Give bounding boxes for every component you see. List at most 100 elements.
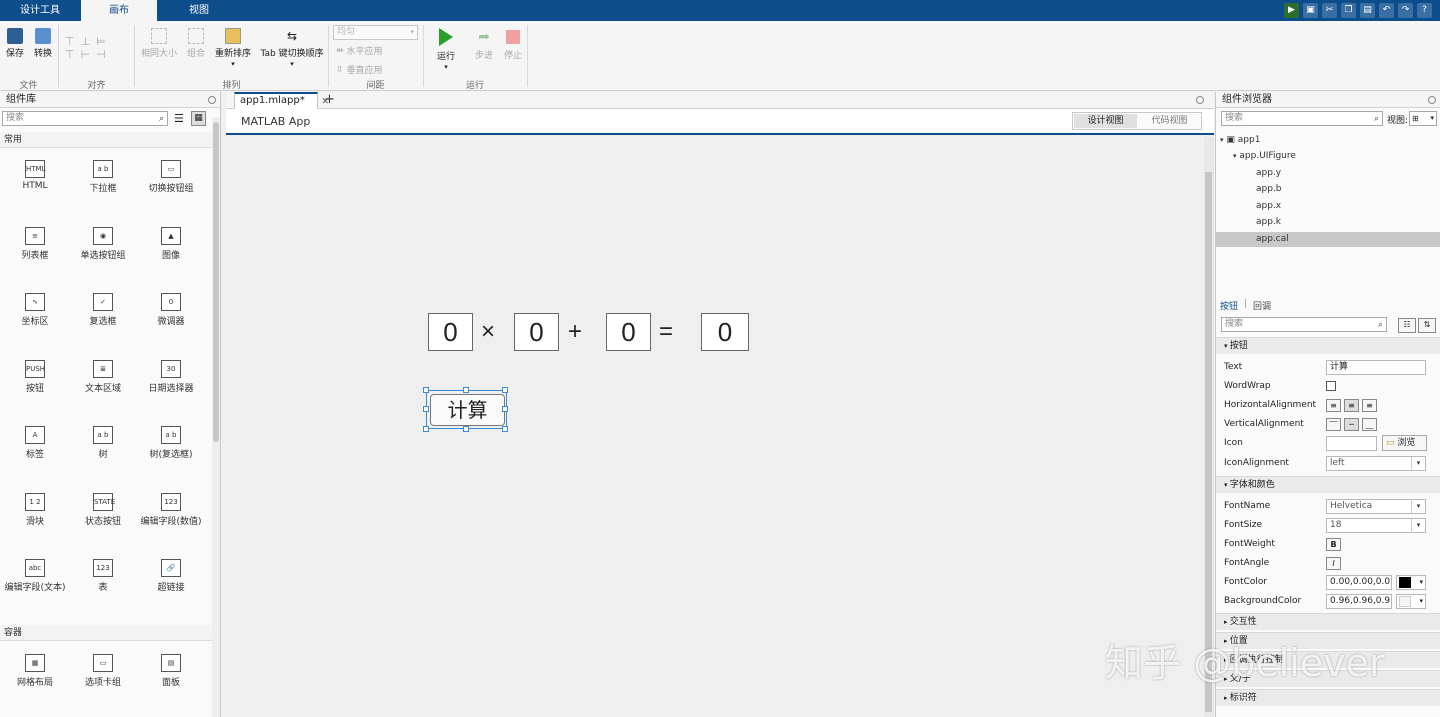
library-scrollbar-thumb[interactable] [213, 122, 219, 442]
tree-node-uifigure[interactable]: ▾ app.UIFigure [1233, 149, 1296, 164]
group-view-icon[interactable]: ☷ [1398, 318, 1416, 333]
component-item[interactable]: STATE 状态按钮 [70, 492, 136, 527]
resize-handle[interactable] [463, 426, 469, 432]
undo-icon[interactable]: ↶ [1379, 3, 1394, 18]
browser-search-input[interactable]: 搜索 ⌕ [1221, 111, 1383, 126]
close-icon[interactable] [208, 96, 216, 104]
help-icon[interactable]: ? [1417, 3, 1432, 18]
text-property-input[interactable]: 计算 [1326, 360, 1426, 375]
tab-view[interactable]: 视图 [159, 0, 239, 21]
fontsize-select[interactable]: 18 ▾ [1326, 518, 1426, 533]
document-tab[interactable]: app1.mlapp* ✕ [234, 92, 329, 109]
group-button[interactable]: 组合 [182, 28, 210, 59]
redo-icon[interactable]: ↷ [1398, 3, 1413, 18]
align-top-icon[interactable]: ⎺ [1326, 418, 1341, 431]
section-button[interactable]: ▾ 按钮 [1216, 337, 1440, 354]
component-item[interactable]: ▭ 切换按钮组 [138, 160, 204, 194]
tab-order-button[interactable]: ⇆ Tab 键切换顺序 ▾ [258, 28, 326, 69]
edit-field-y[interactable]: 0 [428, 313, 473, 351]
wordwrap-checkbox[interactable] [1326, 381, 1336, 391]
align-left-icon[interactable]: ≡ [1326, 399, 1341, 412]
library-search-input[interactable]: 搜索 ⌕ [2, 111, 168, 126]
section-parent-child[interactable]: ▸ 父/子 [1216, 670, 1440, 687]
reorder-button[interactable]: 重新排序 ▾ [212, 28, 254, 69]
spacing-select[interactable]: 均匀 ▾ [333, 25, 418, 40]
horizontal-apply-button[interactable]: ⇹ 水平应用 [336, 44, 383, 58]
align-center-icon[interactable]: ≡ [1344, 399, 1359, 412]
tab-callbacks[interactable]: 回调 [1253, 299, 1271, 312]
save-button[interactable]: 保存 [4, 28, 26, 59]
component-item[interactable]: 0 微调器 [138, 293, 204, 327]
tree-node-cal[interactable]: app.cal [1256, 232, 1289, 247]
component-item[interactable]: ≡ 列表框 [2, 226, 68, 261]
browse-button[interactable]: ▭ 浏览 [1382, 435, 1427, 451]
component-item[interactable]: 🔗 超链接 [138, 559, 204, 593]
component-item[interactable]: ✓ 复选框 [70, 293, 136, 327]
section-position[interactable]: ▸ 位置 [1216, 632, 1440, 649]
close-icon[interactable] [1196, 96, 1204, 104]
align-buttons[interactable]: ⊤⊥⊨ ⊤⊢⊣ [65, 35, 125, 61]
design-view-button[interactable]: 设计视图 [1074, 114, 1137, 128]
component-item[interactable]: A 标签 [2, 426, 68, 460]
component-item[interactable]: PUSH 按钮 [2, 359, 68, 394]
convert-button[interactable]: 转换 [30, 28, 56, 59]
tab-canvas[interactable]: 画布 [81, 0, 157, 21]
bold-icon[interactable]: B [1326, 538, 1341, 551]
cut-icon[interactable]: ✂ [1322, 3, 1337, 18]
italic-icon[interactable]: I [1326, 557, 1341, 570]
paste-icon[interactable]: ▤ [1360, 3, 1375, 18]
component-item[interactable]: a b 树(复选框) [138, 426, 204, 460]
same-size-button[interactable]: 相同大小 [140, 28, 178, 59]
fontcolor-input[interactable]: 0.00,0.00,0.0 [1326, 575, 1392, 590]
component-item[interactable]: HTML HTML [2, 160, 68, 191]
close-icon[interactable] [1428, 96, 1436, 104]
edit-field-k[interactable]: 0 [701, 313, 749, 351]
tab-design-tools[interactable]: 设计工具 [0, 0, 80, 21]
list-view-icon[interactable]: ☰ [174, 112, 184, 125]
resize-handle[interactable] [502, 406, 508, 412]
bgcolor-input[interactable]: 0.96,0.96,0.9 [1326, 594, 1392, 609]
code-view-button[interactable]: 代码视图 [1138, 114, 1201, 128]
grid-view-icon[interactable]: ▦ [191, 111, 206, 126]
component-item[interactable]: ▲ 图像 [138, 226, 204, 261]
section-font-color[interactable]: ▾ 字体和颜色 [1216, 476, 1440, 493]
canvas-scrollbar-thumb[interactable] [1205, 172, 1212, 712]
component-item[interactable]: ▤ 面板 [138, 654, 204, 688]
component-item[interactable]: ▦ 网格布局 [2, 654, 68, 688]
component-item[interactable]: 123 编辑字段(数值) [138, 492, 204, 527]
component-item[interactable]: 30 日期选择器 [138, 359, 204, 394]
add-tab-button[interactable]: + [324, 92, 335, 108]
component-item[interactable]: ∿ 坐标区 [2, 293, 68, 327]
component-item[interactable]: 1 2 滑块 [2, 492, 68, 527]
component-item[interactable]: abc 编辑字段(文本) [2, 559, 68, 593]
align-bottom-icon[interactable]: ⎽ [1362, 418, 1377, 431]
save-icon[interactable]: ▣ [1303, 3, 1318, 18]
stop-button[interactable]: 停止 [500, 28, 526, 61]
component-item[interactable]: 123 表 [70, 559, 136, 593]
iconalign-select[interactable]: left ▾ [1326, 456, 1426, 471]
run-icon[interactable]: ▶ [1284, 3, 1299, 18]
component-item[interactable]: ◉ 单选按钮组 [70, 226, 136, 261]
tab-button-properties[interactable]: 按钮 [1220, 299, 1238, 312]
resize-handle[interactable] [423, 426, 429, 432]
component-item[interactable]: a b 下拉框 [70, 160, 136, 194]
inspector-search-input[interactable]: 搜索 ⌕ [1221, 317, 1387, 332]
resize-handle[interactable] [423, 406, 429, 412]
tree-node-b[interactable]: app.b [1256, 182, 1282, 197]
run-button[interactable]: 运行 ▾ [432, 28, 460, 72]
tree-node-y[interactable]: app.y [1256, 166, 1281, 181]
tree-node-x[interactable]: app.x [1256, 199, 1281, 214]
tree-node-k[interactable]: app.k [1256, 215, 1281, 230]
component-item[interactable]: a b 树 [70, 426, 136, 460]
section-identifiers[interactable]: ▸ 标识符 [1216, 689, 1440, 706]
vertical-apply-button[interactable]: ⇳ 垂直应用 [336, 63, 383, 77]
component-item[interactable]: ▭ 选项卡组 [70, 654, 136, 688]
design-canvas[interactable]: 0 × 0 + 0 = 0 计算 [226, 137, 1202, 717]
edit-field-x[interactable]: 0 [606, 313, 651, 351]
resize-handle[interactable] [502, 387, 508, 393]
tree-node-app1[interactable]: ▾ ▣ app1 [1220, 133, 1260, 148]
resize-handle[interactable] [502, 426, 508, 432]
icon-input[interactable] [1326, 436, 1377, 451]
fontcolor-picker[interactable]: ▾ [1396, 575, 1426, 590]
view-select[interactable]: ⊞ ▾ [1409, 111, 1437, 126]
